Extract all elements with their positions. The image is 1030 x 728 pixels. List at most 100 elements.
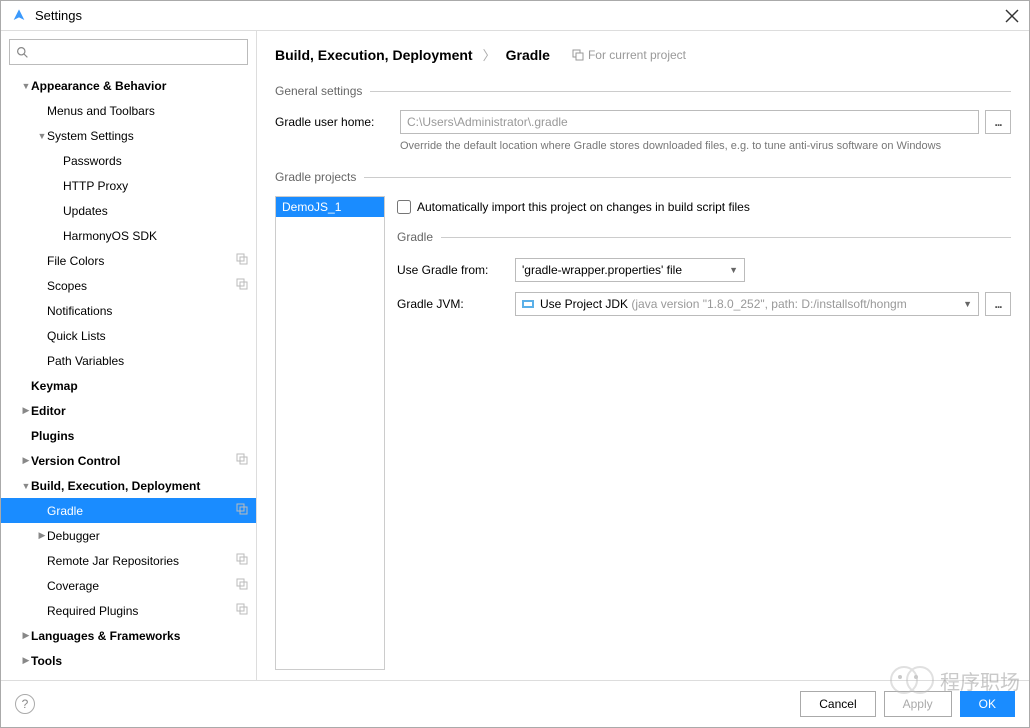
tree-item-label: Editor (31, 404, 248, 418)
tree-arrow-icon: ▶ (21, 630, 31, 641)
tree-item[interactable]: ▼Build, Execution, Deployment (1, 473, 256, 498)
tree-item-label: Remote Jar Repositories (47, 554, 232, 568)
tree-item-label: Path Variables (47, 354, 248, 368)
tree-item-label: Plugins (31, 429, 248, 443)
dialog-footer: ? Cancel Apply OK (1, 680, 1029, 727)
tree-item-label: Coverage (47, 579, 232, 593)
tree-item[interactable]: ▶Languages & Frameworks (1, 623, 256, 648)
breadcrumb-leaf: Gradle (506, 47, 550, 63)
gradle-jvm-dropdown[interactable]: Use Project JDK (java version "1.8.0_252… (515, 292, 979, 316)
tree-arrow-icon: ▼ (21, 81, 31, 91)
tree-item[interactable]: Scopes (1, 273, 256, 298)
tree-arrow-icon: ▶ (21, 455, 31, 466)
window-title: Settings (35, 8, 1005, 23)
tree-item[interactable]: ▼Appearance & Behavior (1, 73, 256, 98)
gradle-home-input[interactable] (400, 110, 979, 134)
project-scope-icon (236, 578, 248, 593)
use-gradle-from-label: Use Gradle from: (397, 263, 515, 277)
app-logo-icon (11, 8, 27, 24)
tree-item[interactable]: ▶Tools (1, 648, 256, 673)
titlebar: Settings (1, 1, 1029, 31)
chevron-down-icon: ▼ (963, 299, 972, 309)
tree-item-label: HTTP Proxy (63, 179, 248, 193)
tree-item-label: File Colors (47, 254, 232, 268)
tree-item[interactable]: ▶Debugger (1, 523, 256, 548)
tree-item-label: Build, Execution, Deployment (31, 479, 248, 493)
tree-item[interactable]: HTTP Proxy (1, 173, 256, 198)
cancel-button[interactable]: Cancel (800, 691, 875, 717)
tree-item-label: Quick Lists (47, 329, 248, 343)
tree-item[interactable]: Gradle (1, 498, 256, 523)
project-list[interactable]: DemoJS_1 (275, 196, 385, 670)
tree-item[interactable]: Remote Jar Repositories (1, 548, 256, 573)
settings-tree: ▼Appearance & BehaviorMenus and Toolbars… (1, 73, 256, 680)
scope-indicator: For current project (572, 48, 686, 62)
tree-item-label: Debugger (47, 529, 248, 543)
jdk-icon (522, 298, 536, 310)
chevron-down-icon: ▼ (729, 265, 738, 275)
use-gradle-from-dropdown[interactable]: 'gradle-wrapper.properties' file ▼ (515, 258, 745, 282)
general-settings-legend: General settings (275, 84, 1011, 98)
browse-home-button[interactable]: ... (985, 110, 1011, 134)
tree-item[interactable]: Path Variables (1, 348, 256, 373)
tree-item-label: Version Control (31, 454, 232, 468)
tree-item[interactable]: ▶Editor (1, 398, 256, 423)
tree-item-label: Appearance & Behavior (31, 79, 248, 93)
breadcrumb: Build, Execution, Deployment 〉 Gradle Fo… (275, 45, 1011, 64)
tree-item[interactable]: Notifications (1, 298, 256, 323)
gradle-jvm-label: Gradle JVM: (397, 297, 515, 311)
tree-item-label: Updates (63, 204, 248, 218)
search-input[interactable] (9, 39, 248, 65)
auto-import-label: Automatically import this project on cha… (417, 200, 750, 214)
project-scope-icon (236, 278, 248, 293)
tree-arrow-icon: ▼ (21, 481, 31, 491)
sidebar: ▼Appearance & BehaviorMenus and Toolbars… (1, 31, 257, 680)
tree-item-label: Notifications (47, 304, 248, 318)
project-scope-icon (236, 503, 248, 518)
tree-item-label: Gradle (47, 504, 232, 518)
tree-arrow-icon: ▼ (37, 131, 47, 141)
ok-button[interactable]: OK (960, 691, 1015, 717)
tree-arrow-icon: ▶ (21, 655, 31, 666)
search-icon (16, 46, 29, 59)
tree-item[interactable]: Coverage (1, 573, 256, 598)
project-scope-icon (236, 603, 248, 618)
tree-arrow-icon: ▶ (37, 530, 47, 541)
tree-item[interactable]: Keymap (1, 373, 256, 398)
tree-item[interactable]: ▼System Settings (1, 123, 256, 148)
project-scope-icon (236, 253, 248, 268)
project-scope-icon (236, 553, 248, 568)
tree-item[interactable]: Required Plugins (1, 598, 256, 623)
gradle-home-label: Gradle user home: (275, 115, 400, 129)
tree-item[interactable]: ▶Version Control (1, 448, 256, 473)
tree-item-label: Passwords (63, 154, 248, 168)
content-panel: Build, Execution, Deployment 〉 Gradle Fo… (257, 31, 1029, 680)
gradle-sub-legend: Gradle (397, 230, 1011, 244)
tree-arrow-icon: ▶ (21, 405, 31, 416)
tree-item[interactable]: Updates (1, 198, 256, 223)
tree-item-label: HarmonyOS SDK (63, 229, 248, 243)
tree-item-label: Menus and Toolbars (47, 104, 248, 118)
tree-item[interactable]: Menus and Toolbars (1, 98, 256, 123)
close-icon[interactable] (1005, 9, 1019, 23)
tree-item-label: System Settings (47, 129, 248, 143)
tree-item[interactable]: Passwords (1, 148, 256, 173)
help-button[interactable]: ? (15, 694, 35, 714)
tree-item-label: Scopes (47, 279, 232, 293)
breadcrumb-root: Build, Execution, Deployment (275, 47, 473, 63)
tree-item-label: Required Plugins (47, 604, 232, 618)
project-item[interactable]: DemoJS_1 (276, 197, 384, 217)
jvm-more-button[interactable]: ... (985, 292, 1011, 316)
gradle-home-hint: Override the default location where Grad… (400, 140, 1011, 152)
chevron-right-icon: 〉 (483, 45, 496, 64)
gradle-projects-legend: Gradle projects (275, 170, 1011, 184)
tree-item[interactable]: Quick Lists (1, 323, 256, 348)
auto-import-checkbox[interactable]: Automatically import this project on cha… (397, 200, 1011, 214)
tree-item-label: Languages & Frameworks (31, 629, 248, 643)
tree-item[interactable]: HarmonyOS SDK (1, 223, 256, 248)
search-field[interactable] (33, 45, 241, 59)
tree-item[interactable]: File Colors (1, 248, 256, 273)
tree-item-label: Tools (31, 654, 248, 668)
project-scope-icon (236, 453, 248, 468)
tree-item[interactable]: Plugins (1, 423, 256, 448)
